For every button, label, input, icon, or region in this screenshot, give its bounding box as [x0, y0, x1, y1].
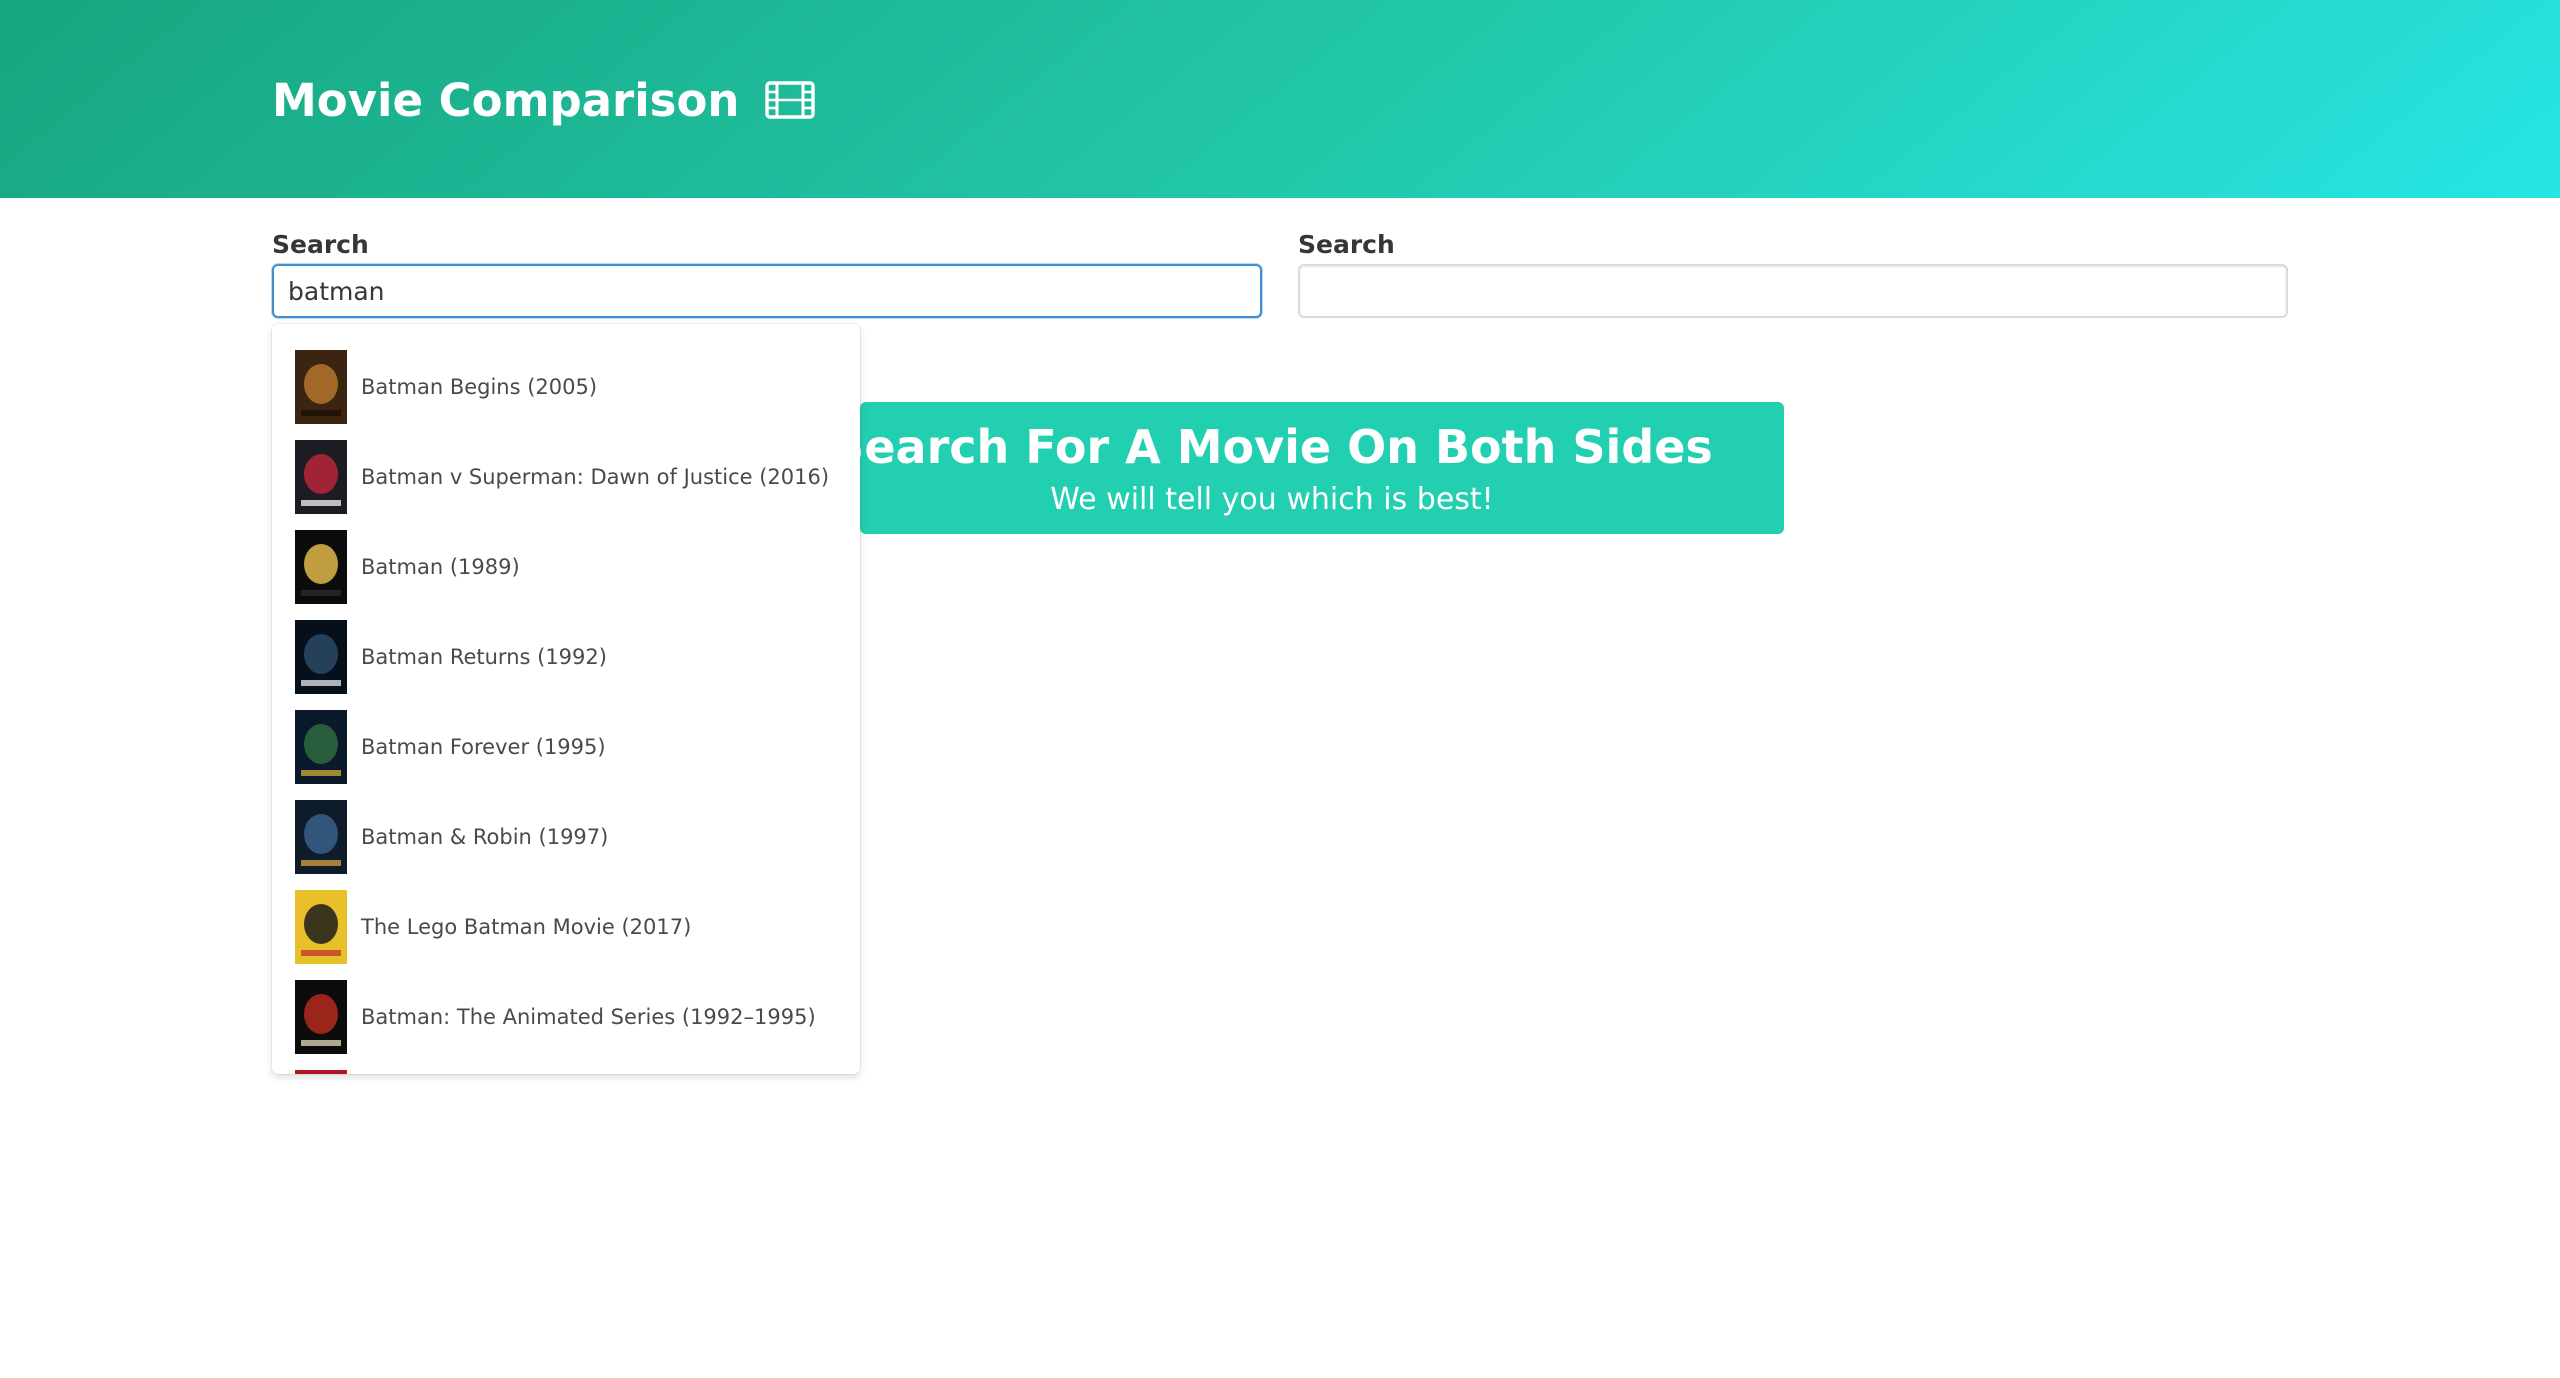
- dropdown-item[interactable]: Batman Begins (2005): [272, 342, 860, 432]
- app-title: Movie Comparison: [272, 73, 740, 127]
- dropdown-item-label: Batman & Robin (1997): [361, 825, 609, 849]
- dropdown-item-label: Batman: The Animated Series (1992–1995): [361, 1005, 816, 1029]
- movie-poster-image: [295, 980, 347, 1054]
- dropdown-item[interactable]: Batman (1989): [272, 522, 860, 612]
- dropdown-item[interactable]: Batman: The Animated Series (1992–1995): [272, 972, 860, 1062]
- left-search-input[interactable]: [272, 264, 1262, 318]
- dropdown-item[interactable]: Batman Forever (1995): [272, 702, 860, 792]
- movie-poster-image: [295, 710, 347, 784]
- dropdown-item[interactable]: Batman v Superman: Dawn of Justice (2016…: [272, 432, 860, 522]
- dropdown-item[interactable]: [272, 1062, 860, 1074]
- dropdown-item-label: The Lego Batman Movie (2017): [361, 915, 692, 939]
- hero-header: Movie Comparison: [0, 0, 2560, 198]
- film-icon: [765, 81, 816, 119]
- dropdown-item[interactable]: Batman & Robin (1997): [272, 792, 860, 882]
- autocomplete-dropdown: Batman Begins (2005) Batman v Superman: D…: [272, 324, 860, 1074]
- notice-subtitle: We will tell you which is best!: [1050, 482, 1494, 517]
- dropdown-item-label: Batman Begins (2005): [361, 375, 598, 399]
- right-search-label: Search: [1298, 230, 1395, 259]
- movie-poster-image: [295, 620, 347, 694]
- movie-poster-image: [295, 1070, 347, 1074]
- movie-poster-image: [295, 350, 347, 424]
- movie-poster-image: [295, 440, 347, 514]
- dropdown-item-label: Batman Forever (1995): [361, 735, 606, 759]
- page-title: Movie Comparison: [272, 66, 816, 134]
- dropdown-item-label: Batman (1989): [361, 555, 520, 579]
- movie-poster-image: [295, 890, 347, 964]
- tutorial-notice: Search For A Movie On Both Sides We will…: [831, 402, 1784, 534]
- notice-title: Search For A Movie On Both Sides: [831, 420, 1713, 474]
- dropdown-item[interactable]: Batman Returns (1992): [272, 612, 860, 702]
- left-search-label: Search: [272, 230, 369, 259]
- dropdown-item-label: Batman v Superman: Dawn of Justice (2016…: [361, 465, 830, 489]
- movie-poster-image: [295, 530, 347, 604]
- right-search-input[interactable]: [1298, 264, 2288, 318]
- dropdown-item-label: Batman Returns (1992): [361, 645, 607, 669]
- movie-poster-image: [295, 800, 347, 874]
- dropdown-item[interactable]: The Lego Batman Movie (2017): [272, 882, 860, 972]
